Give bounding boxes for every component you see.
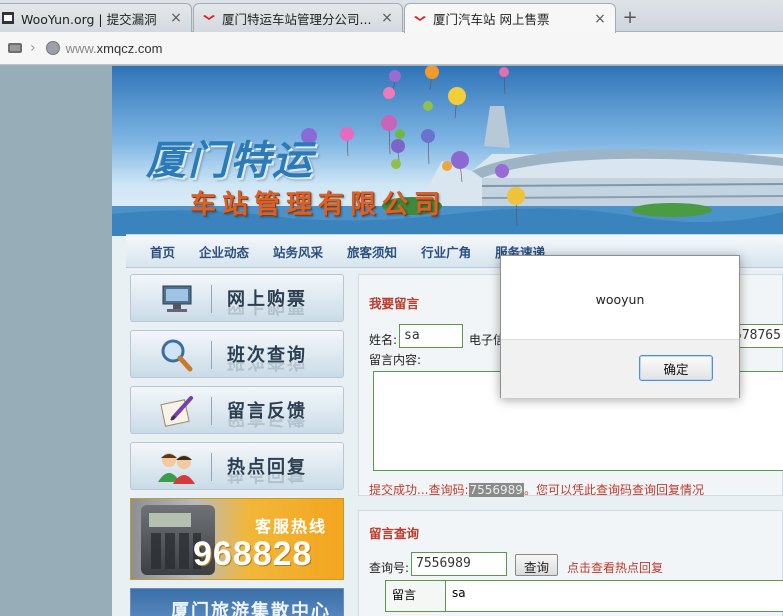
hot-replies-link[interactable]: 点击查看热点回复 bbox=[567, 559, 663, 576]
label-reflection: 网上购票 bbox=[227, 306, 307, 320]
divider bbox=[211, 453, 212, 481]
alert-dialog: wooyun 确定 bbox=[500, 255, 740, 398]
url-prefix: www. bbox=[65, 40, 97, 56]
xmqcz-favicon-icon bbox=[413, 12, 427, 26]
section-title: 我要留言 bbox=[369, 296, 420, 311]
wooyun-favicon-icon bbox=[1, 11, 15, 25]
tab-title: 厦门特运车站管理分公司... bbox=[222, 11, 372, 27]
divider bbox=[211, 341, 212, 369]
tourism-center-banner[interactable]: 厦门旅游集散中心 bbox=[130, 588, 344, 616]
divider bbox=[211, 397, 212, 425]
divider bbox=[211, 285, 212, 313]
query-button[interactable]: 查询 bbox=[515, 554, 559, 576]
hotline-number: 968828 bbox=[193, 535, 313, 573]
chevron-right-icon: › bbox=[30, 40, 36, 56]
url-field[interactable]: www.xmqcz.com bbox=[66, 41, 163, 56]
tab-xmqcz-management[interactable]: 厦门特运车站管理分公司... × bbox=[193, 3, 403, 32]
xmqcz-favicon-icon bbox=[202, 11, 216, 25]
label-reflection: 班次查询 bbox=[227, 362, 307, 376]
sidebar-item-feedback[interactable]: 留言反馈 留言反馈 bbox=[130, 386, 344, 434]
content-label: 留言内容: bbox=[369, 353, 422, 367]
nav-item-station[interactable]: 站务风采 bbox=[273, 242, 323, 261]
users-icon bbox=[149, 449, 205, 485]
browser-tab-strip: WooYun.org | 提交漏洞 × 厦门特运车站管理分公司... × 厦门汽… bbox=[0, 0, 783, 33]
nav-item-passenger[interactable]: 旅客须知 bbox=[347, 242, 397, 261]
tab-title: WooYun.org | 提交漏洞 bbox=[21, 11, 157, 27]
tab-title: 厦门汽车站 网上售票 bbox=[433, 12, 550, 27]
promo-title: 厦门旅游集散中心 bbox=[171, 601, 331, 616]
result-value: sa bbox=[452, 586, 466, 600]
query-result-table: 留言 sa bbox=[385, 580, 783, 612]
magnifier-icon bbox=[149, 337, 205, 373]
banner-subtitle: 车站管理有限公司 bbox=[190, 190, 447, 220]
banner-title: 厦门特运 bbox=[146, 138, 314, 184]
result-label: 留言 bbox=[386, 581, 446, 611]
nav-item-industry[interactable]: 行业广角 bbox=[421, 242, 471, 261]
tab-wooyun[interactable]: WooYun.org | 提交漏洞 × bbox=[0, 3, 192, 32]
message-query-panel: 留言查询 查询号: 7556989 查询 点击查看热点回复 留言 sa bbox=[358, 510, 783, 616]
quill-icon bbox=[149, 393, 205, 429]
success-suffix: 。您可以凭此查询码查询回复情况 bbox=[523, 483, 704, 497]
name-field[interactable]: sa bbox=[399, 324, 463, 348]
tab-xmqcz-ticket[interactable]: 厦门汽车站 网上售票 × bbox=[404, 3, 616, 33]
nav-item-home[interactable]: 首页 bbox=[150, 242, 175, 261]
address-bar: › www.xmqcz.com bbox=[0, 32, 783, 65]
sidebar-item-hot-replies[interactable]: 热点回复 热点回复 bbox=[130, 442, 344, 490]
success-prefix: 提交成功...查询码: bbox=[369, 483, 469, 497]
close-tab-icon[interactable]: × bbox=[593, 11, 607, 27]
hotline-banner[interactable]: 客服热线 968828 bbox=[130, 498, 344, 580]
close-tab-icon[interactable]: × bbox=[380, 10, 394, 26]
query-number-field[interactable]: 7556989 bbox=[411, 552, 507, 576]
sidebar-item-online-ticket[interactable]: 网上购票 网上购票 bbox=[130, 274, 344, 322]
url-domain: xmqcz.com bbox=[96, 40, 163, 56]
sidebar-item-schedule[interactable]: 班次查询 班次查询 bbox=[130, 330, 344, 378]
success-message: 提交成功...查询码:7556989。您可以凭此查询码查询回复情况 bbox=[369, 481, 704, 498]
apps-icon[interactable] bbox=[8, 43, 22, 53]
globe-icon bbox=[45, 41, 60, 55]
alert-message: wooyun bbox=[595, 292, 645, 307]
label-reflection: 热点回复 bbox=[227, 474, 307, 488]
hotline-title: 客服热线 bbox=[255, 517, 328, 536]
nav-item-news[interactable]: 企业动态 bbox=[199, 242, 249, 261]
left-sidebar: 网上购票 网上购票 班次查询 班次查询 留言反馈 留言反馈 bbox=[130, 274, 344, 616]
site-banner: 厦门特运 车站管理有限公司 bbox=[112, 66, 783, 236]
ok-button[interactable]: 确定 bbox=[639, 355, 713, 381]
close-tab-icon[interactable]: × bbox=[169, 10, 183, 26]
alert-footer: 确定 bbox=[501, 339, 739, 398]
section-title: 留言查询 bbox=[369, 526, 420, 541]
name-label: 姓名: bbox=[369, 333, 398, 347]
label-reflection: 留言反馈 bbox=[227, 418, 307, 432]
new-tab-button[interactable]: + bbox=[620, 7, 640, 28]
query-label: 查询号: bbox=[369, 561, 410, 575]
query-code: 7556989 bbox=[468, 483, 524, 497]
monitor-icon bbox=[149, 281, 205, 317]
